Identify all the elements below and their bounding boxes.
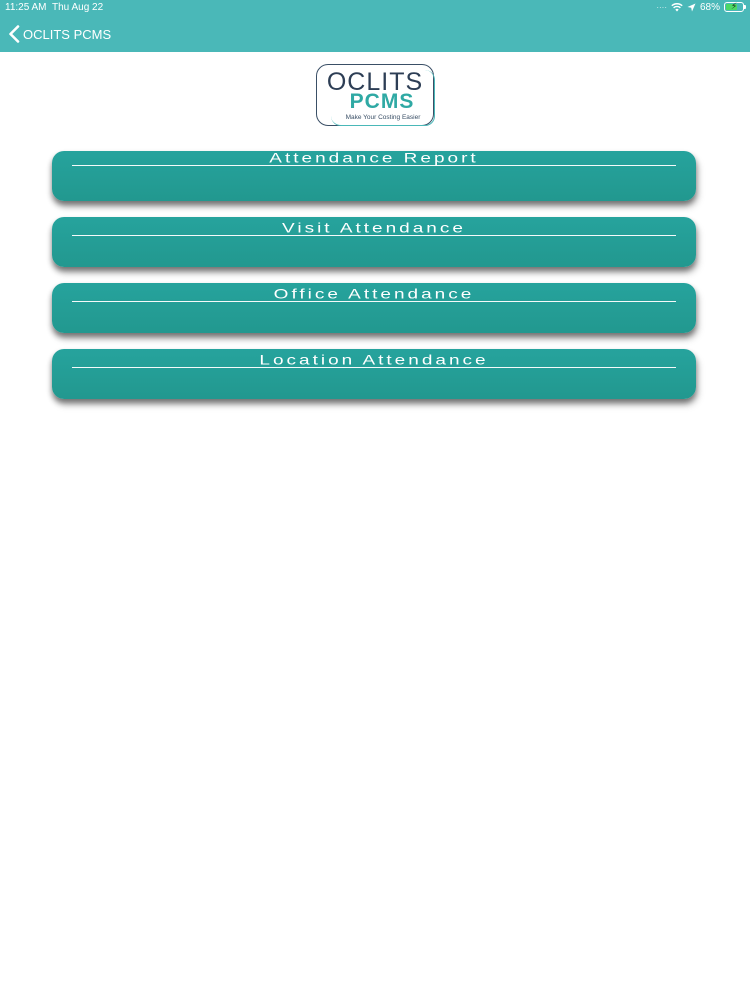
battery-percentage: 68% (699, 1, 720, 13)
app-logo: OCLITS PCMS Make Your Costing Easier (313, 62, 437, 128)
office-attendance-button[interactable]: Office Attendance (52, 283, 696, 333)
back-button[interactable]: OCLITS PCMS (8, 24, 111, 44)
visit-attendance-label: Visit Attendance (282, 221, 466, 237)
status-date: Thu Aug 22 (52, 2, 104, 13)
attendance-report-button[interactable]: Attendance Report (52, 151, 696, 201)
multitasking-dots-icon: ···· (656, 2, 667, 12)
location-arrow-icon (687, 3, 696, 11)
chevron-left-icon (9, 25, 20, 43)
visit-attendance-button[interactable]: Visit Attendance (52, 217, 696, 267)
status-time: 11:25 AM (5, 2, 47, 13)
logo-tagline: Make Your Costing Easier (345, 114, 421, 121)
attendance-report-label: Attendance Report (269, 151, 479, 167)
status-bar: 11:25 AM Thu Aug 22 ···· 68% ⚡ (0, 0, 750, 14)
battery-charging-icon: ⚡ (724, 1, 746, 12)
back-button-label: OCLITS PCMS (23, 26, 112, 42)
wifi-icon (671, 3, 683, 12)
office-attendance-label: Office Attendance (273, 287, 475, 303)
navigation-bar: 11:25 AM Thu Aug 22 ···· 68% ⚡ OCLITS PC… (0, 0, 750, 52)
logo-line2: PCMS (349, 90, 415, 113)
status-right: ···· 68% ⚡ (656, 1, 746, 13)
location-attendance-label: Location Attendance (259, 353, 489, 369)
location-attendance-button[interactable]: Location Attendance (52, 349, 696, 399)
